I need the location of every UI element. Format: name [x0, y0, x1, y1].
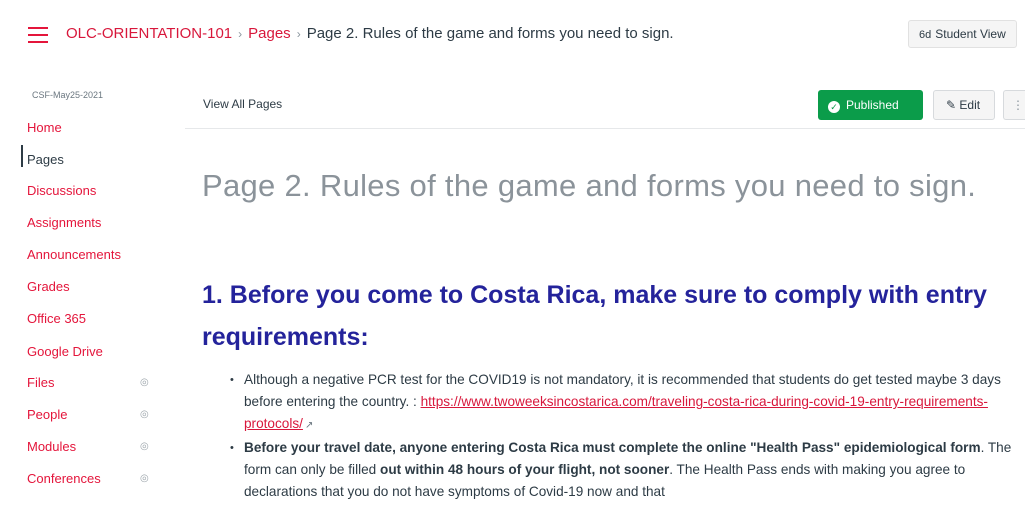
- nav-item-modules[interactable]: Modules: [27, 439, 76, 454]
- breadcrumb-pages-link[interactable]: Pages: [248, 25, 291, 42]
- eye-off-icon: ◎: [140, 473, 149, 484]
- student-view-label: Student View: [935, 27, 1006, 41]
- pencil-icon: ✎: [946, 98, 957, 112]
- published-label: Published: [846, 98, 899, 112]
- published-button[interactable]: ✓ Published: [818, 90, 923, 120]
- bullet-bold-text: Before your travel date, anyone entering…: [244, 440, 981, 455]
- nav-item-grades[interactable]: Grades: [27, 279, 70, 294]
- nav-item-files[interactable]: Files: [27, 375, 54, 390]
- edit-label: Edit: [959, 98, 981, 112]
- more-options-button[interactable]: ⋮: [1003, 90, 1025, 120]
- top-bar: OLC-ORIENTATION-101 › Pages › Page 2. Rules …: [0, 0, 1025, 68]
- nav-item-google-drive[interactable]: Google Drive: [27, 344, 103, 359]
- check-circle-icon: ✓: [828, 101, 840, 113]
- list-item: Before your travel date, anyone entering…: [230, 437, 1015, 503]
- nav-item-announcements[interactable]: Announcements: [27, 247, 121, 262]
- nav-item-people[interactable]: People: [27, 407, 67, 422]
- edit-button[interactable]: ✎ Edit: [933, 90, 995, 120]
- course-nav: CSF-May25-2021 Home Pages Discussions As…: [0, 68, 170, 506]
- content-header: View All Pages ✓ Published ✎ Edit ⋮: [185, 85, 1025, 129]
- page-title: Page 2. Rules of the game and forms you …: [202, 168, 977, 203]
- list-item: Although a negative PCR test for the COV…: [230, 369, 1015, 437]
- section-heading: 1. Before you come to Costa Rica, make s…: [202, 281, 987, 351]
- breadcrumb-current: Page 2. Rules of the game and forms you …: [306, 25, 674, 42]
- course-code: CSF-May25-2021: [32, 90, 104, 100]
- nav-item-home[interactable]: Home: [27, 120, 62, 135]
- chevron-right-icon: ›: [238, 27, 243, 41]
- view-all-pages-button[interactable]: View All Pages: [203, 97, 282, 111]
- nav-item-assignments[interactable]: Assignments: [27, 215, 101, 230]
- nav-item-office-365[interactable]: Office 365: [27, 311, 86, 326]
- external-link-icon: ↗: [304, 420, 314, 431]
- breadcrumb: OLC-ORIENTATION-101 › Pages › Page 2. Rules …: [66, 25, 674, 42]
- nav-item-pages[interactable]: Pages: [27, 152, 64, 167]
- eye-off-icon: ◎: [140, 377, 149, 388]
- requirements-list: Although a negative PCR test for the COV…: [230, 369, 1015, 503]
- student-view-button[interactable]: 6d Student View: [908, 20, 1017, 48]
- breadcrumb-course-link[interactable]: OLC-ORIENTATION-101: [66, 25, 232, 42]
- active-indicator: [21, 145, 23, 167]
- student-view-icon: 6d: [919, 29, 932, 41]
- chevron-right-icon: ›: [296, 27, 301, 41]
- eye-off-icon: ◎: [140, 409, 149, 420]
- hamburger-menu-icon[interactable]: [28, 27, 48, 43]
- kebab-menu-icon: ⋮: [1012, 98, 1024, 112]
- eye-off-icon: ◎: [140, 441, 149, 452]
- bullet-bold-text: out within 48 hours of your flight, not …: [380, 462, 670, 477]
- nav-item-discussions[interactable]: Discussions: [27, 183, 96, 198]
- nav-item-conferences[interactable]: Conferences: [27, 471, 101, 486]
